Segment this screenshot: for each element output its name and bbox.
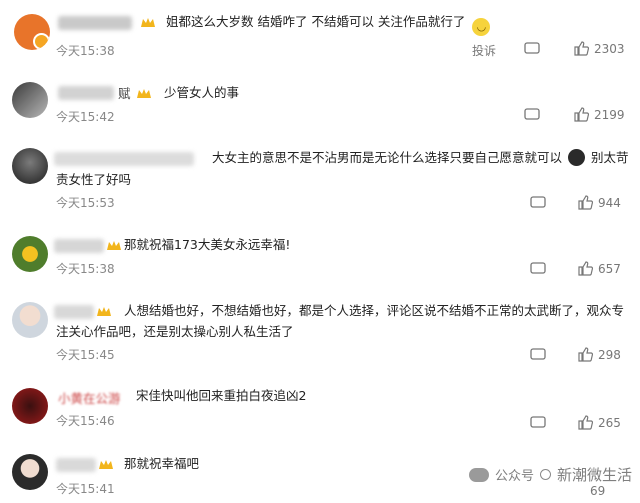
comment-icon: [524, 108, 540, 120]
username-blurred[interactable]: [54, 239, 104, 253]
comment-text-line1: 大女主的意思不是不沾男而是无论什么选择只要自己愿意就可以: [212, 150, 563, 165]
crown-badge-icon: [137, 89, 151, 98]
avatar[interactable]: [12, 302, 48, 338]
comment-text: 姐都这么大岁数 结婚咋了 不结婚可以 关注作品就行了: [166, 14, 466, 29]
avatar[interactable]: [12, 388, 48, 424]
avatar[interactable]: [12, 236, 48, 272]
timestamp: 今天15:38: [56, 262, 115, 276]
comment-text: 宋佳快叫他回来重拍白夜追凶2: [136, 388, 307, 403]
username-blurred[interactable]: [54, 305, 94, 319]
like-button[interactable]: 265: [578, 415, 621, 430]
face-emoji-icon: [568, 149, 585, 166]
comment-text-line2: 责女性了好吗: [56, 172, 132, 187]
username-visible-part[interactable]: 赋: [118, 83, 131, 102]
comment-icon: [524, 42, 540, 54]
watermark-account: 新潮微生活: [556, 466, 632, 484]
comment-text: 那就祝幸福吧: [124, 456, 200, 471]
comment-text-continuation: 别太苛: [590, 150, 629, 165]
avatar[interactable]: [12, 148, 48, 184]
comment-text: 那就祝福173大美女永远幸福!: [124, 237, 291, 252]
timestamp: 今天15:53: [56, 196, 115, 210]
timestamp: 今天15:42: [56, 110, 115, 124]
comment-text: 少管女人的事: [164, 85, 240, 100]
reply-button[interactable]: [524, 108, 540, 122]
wechat-logo-icon: [468, 467, 489, 482]
reply-button[interactable]: [530, 416, 546, 430]
comment-text-line2: 注关心作品吧，还是别太操心别人私生活了: [56, 324, 294, 339]
comment-item: 小黄在公游 宋佳快叫他回来重拍白夜追凶2 今天15:46 265: [0, 380, 640, 442]
avatar[interactable]: [12, 82, 48, 118]
thumbs-up-icon: [578, 195, 593, 210]
like-button[interactable]: 657: [578, 261, 621, 276]
like-button[interactable]: 2199: [574, 107, 625, 122]
like-count: 2199: [594, 107, 625, 122]
thumbs-up-icon: [578, 415, 593, 430]
like-count: 298: [598, 347, 621, 362]
username-blurred[interactable]: [58, 16, 132, 30]
wechat-watermark: 公众号 新潮微生活: [468, 464, 632, 485]
crown-badge-icon: [97, 307, 111, 316]
comment-item: 那就祝福173大美女永远幸福! 今天15:38 657: [0, 228, 640, 290]
timestamp: 今天15:38: [56, 44, 115, 58]
like-count: 944: [598, 195, 621, 210]
comment-icon: [530, 262, 546, 274]
timestamp: 今天15:41: [56, 482, 115, 496]
comment-icon: [530, 416, 546, 428]
like-count: 265: [598, 415, 621, 430]
like-count: 69: [590, 484, 606, 498]
like-button[interactable]: 69: [590, 484, 605, 498]
comment-icon: [530, 196, 546, 208]
username-blurred[interactable]: [54, 152, 194, 166]
username[interactable]: 小黄在公游: [58, 388, 121, 407]
comment-item: 姐都这么大岁数 结婚咋了 不结婚可以 关注作品就行了 ◡ 今天15:38 投诉 …: [0, 0, 640, 68]
thumbs-up-icon: [574, 41, 589, 56]
crown-badge-icon: [99, 460, 113, 469]
like-count: 657: [598, 261, 621, 276]
report-button[interactable]: 投诉: [472, 42, 496, 59]
comment-item: 人想结婚也好，不想结婚也好，都是个人选择，评论区说不结婚不正常的太武断了，观众专…: [0, 296, 640, 372]
avatar[interactable]: [12, 454, 48, 490]
thumbs-up-icon: [578, 347, 593, 362]
like-button[interactable]: 298: [578, 347, 621, 362]
thumbs-up-icon: [574, 107, 589, 122]
smile-emoji-icon: ◡: [472, 18, 491, 36]
timestamp: 今天15:46: [56, 414, 115, 428]
search-icon: [539, 469, 551, 480]
username-blurred[interactable]: [56, 458, 96, 472]
like-button[interactable]: 2303: [574, 41, 625, 56]
watermark-source: 公众号: [494, 469, 534, 484]
comment-item: 大女主的意思不是不沾男而是无论什么选择只要自己愿意就可以 别太苛 责女性了好吗 …: [0, 140, 640, 218]
like-button[interactable]: 944: [578, 195, 621, 210]
comment-item: 赋 少管女人的事 今天15:42 2199: [0, 74, 640, 134]
reply-button[interactable]: [524, 42, 540, 56]
timestamp: 今天15:45: [56, 348, 115, 362]
crown-badge-icon: [107, 241, 121, 250]
comment-text-line1: 人想结婚也好，不想结婚也好，都是个人选择，评论区说不结婚不正常的太武断了，观众专: [124, 303, 625, 318]
thumbs-up-icon: [578, 261, 593, 276]
comment-icon: [530, 348, 546, 360]
reply-button[interactable]: [530, 196, 546, 210]
username-blurred[interactable]: [58, 86, 114, 100]
reply-button[interactable]: [530, 262, 546, 276]
crown-badge-icon: [141, 18, 155, 27]
reply-button[interactable]: [530, 348, 546, 362]
like-count: 2303: [594, 41, 625, 56]
avatar[interactable]: [14, 14, 50, 50]
